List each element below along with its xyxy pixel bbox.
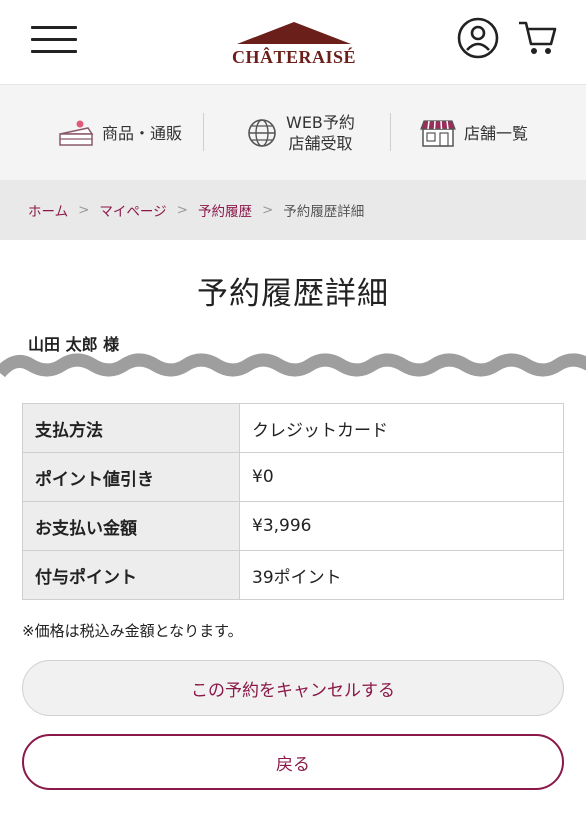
table-row: 付与ポイント 39ポイント bbox=[22, 550, 564, 600]
row-value: ¥3,996 bbox=[239, 501, 564, 551]
payment-summary-table: 支払方法 クレジットカード ポイント値引き ¥0 お支払い金額 ¥3,996 付… bbox=[22, 403, 564, 600]
breadcrumb-separator: > bbox=[78, 202, 90, 218]
nav-divider bbox=[203, 113, 204, 151]
breadcrumb-reservation-history[interactable]: 予約履歴 bbox=[198, 200, 252, 220]
globe-icon bbox=[248, 119, 276, 147]
breadcrumb-separator: > bbox=[261, 202, 274, 218]
breadcrumb-current: 予約履歴詳細 bbox=[283, 204, 365, 220]
row-value: 39ポイント bbox=[239, 550, 564, 600]
row-value: ¥0 bbox=[239, 452, 564, 502]
chateraise-logo[interactable]: CHÂTERAISÉ bbox=[231, 20, 357, 70]
nav-item-web-reservation[interactable]: WEB予約 店舗受取 bbox=[246, 85, 355, 181]
row-label: 付与ポイント bbox=[22, 550, 240, 600]
breadcrumb-separator: > bbox=[176, 202, 188, 218]
logo-roof-icon bbox=[237, 22, 351, 44]
breadcrumb-mypage[interactable]: マイページ bbox=[99, 200, 166, 220]
row-label: お支払い金額 bbox=[22, 501, 240, 551]
hamburger-menu-icon[interactable] bbox=[31, 26, 77, 54]
nav-item-products[interactable]: 商品・通販 bbox=[58, 85, 182, 181]
nav-divider bbox=[390, 113, 391, 151]
shopping-cart-icon[interactable] bbox=[517, 18, 559, 58]
table-row: お支払い金額 ¥3,996 bbox=[22, 501, 564, 551]
breadcrumb: ホーム > マイページ > 予約履歴 > 予約履歴詳細 bbox=[0, 180, 586, 240]
row-label: ポイント値引き bbox=[22, 452, 240, 502]
site-header: CHÂTERAISÉ bbox=[0, 0, 586, 84]
row-label: 支払方法 bbox=[22, 403, 240, 453]
row-value: クレジットカード bbox=[239, 403, 564, 453]
cake-icon bbox=[59, 120, 94, 146]
nav-label-store-list: 店舗一覧 bbox=[464, 123, 529, 143]
tax-note: ※価格は税込み金額となります。 bbox=[22, 622, 243, 640]
user-account-icon[interactable] bbox=[457, 17, 499, 59]
table-row: ポイント値引き ¥0 bbox=[22, 452, 564, 502]
store-icon bbox=[420, 120, 456, 147]
main-nav: 商品・通販 WEB予約 店舗受取 店舗一覧 bbox=[0, 84, 586, 181]
nav-label-web-reservation: WEB予約 店舗受取 bbox=[286, 113, 355, 153]
back-button[interactable]: 戻る bbox=[22, 734, 564, 790]
cancel-reservation-button[interactable]: この予約をキャンセルする bbox=[22, 660, 564, 716]
nav-label-products: 商品・通販 bbox=[102, 123, 183, 143]
nav-item-store-list[interactable]: 店舗一覧 bbox=[420, 85, 528, 181]
table-row: 支払方法 クレジットカード bbox=[22, 403, 564, 453]
wavy-divider bbox=[0, 353, 586, 378]
page-title: 予約履歴詳細 bbox=[197, 276, 389, 312]
breadcrumb-home[interactable]: ホーム bbox=[28, 200, 68, 220]
logo-text: CHÂTERAISÉ bbox=[231, 47, 357, 67]
